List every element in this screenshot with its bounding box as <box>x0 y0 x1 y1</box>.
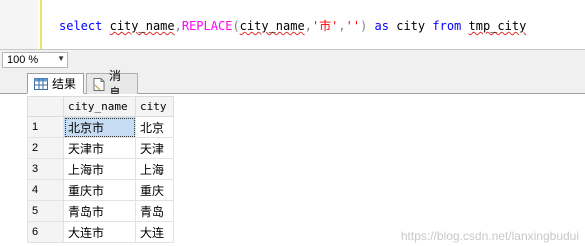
sql-statement[interactable]: select city_name,REPLACE(city_name,'市','… <box>59 18 526 34</box>
chevron-down-icon[interactable]: ▼ <box>57 54 65 63</box>
sql-punctuation: , <box>174 19 182 33</box>
sql-alias: city <box>396 19 426 33</box>
table-cell[interactable]: 青岛 <box>135 200 174 222</box>
tab-results[interactable]: 结果 <box>27 73 84 94</box>
zoom-value: 100 % <box>7 54 39 66</box>
editor-gutter <box>0 0 38 49</box>
zoom-bar: 100 % ▼ <box>0 49 585 70</box>
sql-keyword: as <box>374 19 389 33</box>
column-header[interactable]: city_name <box>63 96 136 117</box>
row-number[interactable]: 6 <box>27 221 64 243</box>
sql-identifier: city_name <box>109 19 175 33</box>
table-cell[interactable]: 青岛市 <box>63 200 136 222</box>
grid-icon <box>34 77 48 90</box>
row-number[interactable]: 2 <box>27 137 64 159</box>
sql-punctuation: , <box>338 19 346 33</box>
row-number[interactable]: 3 <box>27 158 64 180</box>
table-row: 1 北京市 北京 <box>27 116 174 138</box>
sql-string: '市' <box>311 19 339 33</box>
query-editor[interactable]: select city_name,REPLACE(city_name,'市','… <box>0 0 585 49</box>
sql-punctuation: , <box>304 19 312 33</box>
table-row: 3 上海市 上海 <box>27 158 174 180</box>
results-tabbar: 结果 消息 <box>0 69 585 100</box>
row-header-corner[interactable] <box>27 96 64 117</box>
results-grid: city_name city 1 北京市 北京 2 天津市 天津 3 上海市 上… <box>27 96 174 243</box>
tab-label: 结果 <box>52 77 77 91</box>
row-number[interactable]: 1 <box>27 116 64 138</box>
table-cell[interactable]: 天津市 <box>63 137 136 159</box>
table-row: 2 天津市 天津 <box>27 137 174 159</box>
table-cell[interactable]: 天津 <box>135 137 174 159</box>
table-cell[interactable]: 北京市 <box>63 116 136 138</box>
tab-messages[interactable]: 消息 <box>86 69 138 100</box>
sql-punctuation: ( <box>232 19 240 33</box>
table-cell[interactable]: 大连市 <box>63 221 136 243</box>
row-number[interactable]: 5 <box>27 200 64 222</box>
sql-keyword: select <box>59 19 103 33</box>
sql-function: REPLACE <box>181 19 233 33</box>
sql-string: '' <box>345 19 361 33</box>
table-row: 4 重庆市 重庆 <box>27 179 174 201</box>
table-cell[interactable]: 北京 <box>135 116 174 138</box>
sql-keyword: from <box>432 19 462 33</box>
results-pane: city_name city 1 北京市 北京 2 天津市 天津 3 上海市 上… <box>0 94 585 246</box>
table-cell[interactable]: 重庆 <box>135 179 174 201</box>
column-header[interactable]: city <box>135 96 174 117</box>
table-row: 5 青岛市 青岛 <box>27 200 174 222</box>
table-cell[interactable]: 大连 <box>135 221 174 243</box>
sql-table-name: tmp_city <box>468 19 527 33</box>
table-row: 6 大连市 大连 <box>27 221 174 243</box>
sql-identifier: city_name <box>239 19 305 33</box>
change-indicator <box>40 0 42 49</box>
message-icon <box>93 77 105 91</box>
zoom-dropdown[interactable]: 100 % ▼ <box>2 52 68 68</box>
row-number[interactable]: 4 <box>27 179 64 201</box>
watermark: https://blog.csdn.net/lanxingbudui <box>400 229 579 243</box>
table-cell[interactable]: 上海 <box>135 158 174 180</box>
table-cell[interactable]: 上海市 <box>63 158 136 180</box>
table-cell[interactable]: 重庆市 <box>63 179 136 201</box>
